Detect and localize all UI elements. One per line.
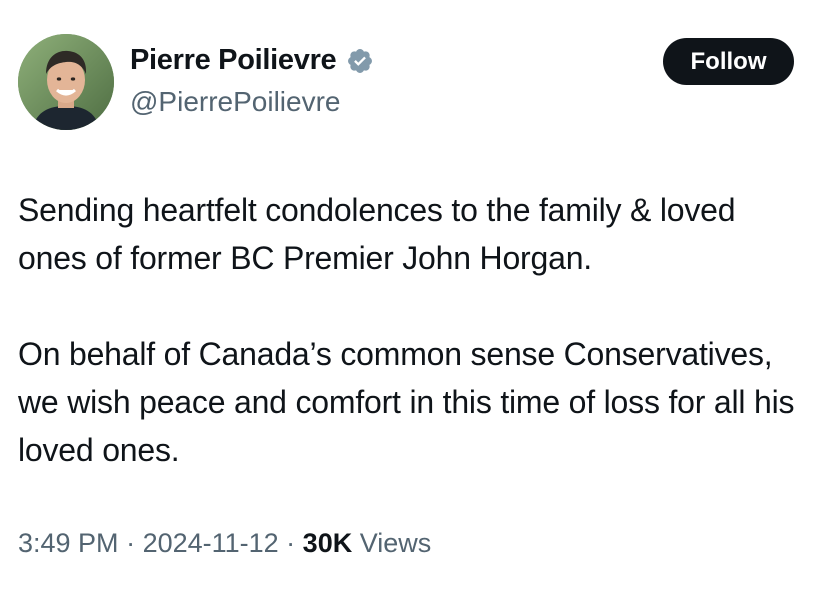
verified-badge-icon [346, 47, 374, 75]
views-label[interactable]: Views [360, 528, 432, 558]
views-count[interactable]: 30K [303, 528, 353, 558]
avatar[interactable] [18, 34, 114, 130]
follow-button[interactable]: Follow [663, 38, 794, 85]
tweet-text: Sending heartfelt condolences to the fam… [18, 186, 808, 474]
tweet-date[interactable]: 2024-11-12 [143, 528, 279, 558]
meta-separator: · [278, 528, 303, 558]
tweet-time[interactable]: 3:49 PM [18, 528, 119, 558]
tweet-paragraph: Sending heartfelt condolences to the fam… [18, 192, 736, 276]
author-name-row: Pierre Poilievre [130, 44, 374, 77]
tweet-paragraph: On behalf of Canada’s common sense Conse… [18, 336, 795, 468]
tweet-meta: 3:49 PM · 2024-11-12 · 30K Views [18, 528, 431, 559]
meta-separator: · [118, 528, 143, 558]
tweet-card: Pierre Poilievre @PierrePoilievre Follow… [0, 0, 828, 594]
author-handle[interactable]: @PierrePoilievre [130, 86, 341, 118]
author-display-name[interactable]: Pierre Poilievre [130, 44, 337, 77]
